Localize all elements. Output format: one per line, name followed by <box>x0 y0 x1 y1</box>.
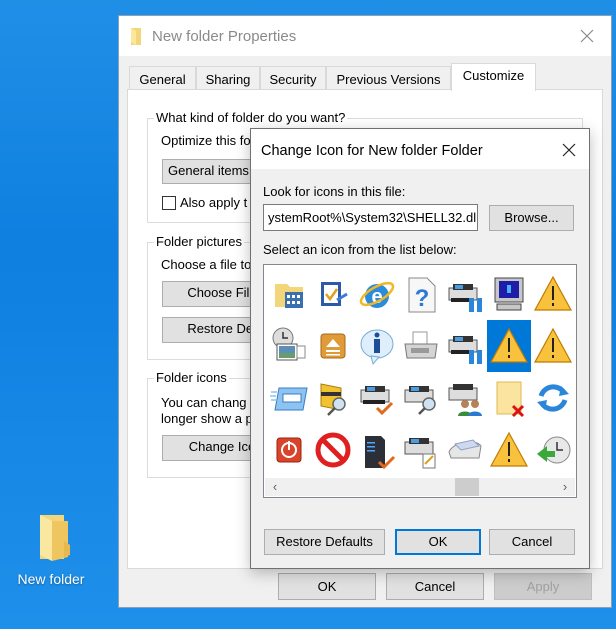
icon-list-item[interactable] <box>531 268 575 320</box>
tab-customize[interactable]: Customize <box>451 63 536 91</box>
restore-defaults-button[interactable]: Restore Defaults <box>264 529 385 555</box>
select-icon-label: Select an icon from the list below: <box>263 242 457 257</box>
change-icon-dialog: Change Icon for New folder Folder Look f… <box>250 128 590 569</box>
icon-list-item[interactable] <box>355 372 399 424</box>
icon-list-item[interactable] <box>355 320 399 372</box>
eject-icon <box>320 333 346 359</box>
tab-general[interactable]: General <box>129 66 196 90</box>
icon-list-item[interactable] <box>311 320 355 372</box>
tab-security[interactable]: Security <box>260 66 326 90</box>
refresh-sync-icon <box>537 384 569 412</box>
scanner-icon <box>448 439 482 459</box>
icon-list-item[interactable] <box>443 424 487 476</box>
icon-list-item[interactable] <box>311 372 355 424</box>
icon-list-item[interactable] <box>443 268 487 320</box>
icon-list[interactable]: e? ‹ › <box>263 264 577 498</box>
dialog-cancel-button[interactable]: Cancel <box>489 529 575 555</box>
printer-check-icon <box>360 386 394 416</box>
folder-icons-heading: Folder icons <box>154 370 229 385</box>
folder-pictures-description: Choose a file to <box>161 257 252 272</box>
desktop-icon-label: New folder <box>17 571 85 587</box>
icon-file-path-input[interactable]: ystemRoot%\System32\SHELL32.dll <box>263 204 478 231</box>
icon-list-item[interactable] <box>311 424 355 476</box>
also-apply-label: Also apply t <box>180 195 248 210</box>
folder-kind-heading: What kind of folder do you want? <box>154 110 348 125</box>
icon-list-item[interactable]: e <box>355 268 399 320</box>
dialog-titlebar[interactable]: Change Icon for New folder Folder <box>251 129 589 169</box>
computer-monitor-icon <box>494 277 524 311</box>
icon-list-item[interactable] <box>443 320 487 372</box>
icon-list-item[interactable] <box>267 268 311 320</box>
browse-button[interactable]: Browse... <box>489 205 574 231</box>
internet-explorer-icon: e <box>359 281 395 308</box>
look-for-label: Look for icons in this file: <box>263 184 406 199</box>
icon-list-item[interactable] <box>399 372 443 424</box>
scroll-left-icon[interactable]: ‹ <box>267 479 283 495</box>
printer-search-icon <box>404 386 436 415</box>
printer-paused-icon <box>448 284 482 312</box>
folder-delete-icon <box>496 381 525 418</box>
icon-list-item[interactable] <box>487 320 531 372</box>
task-checklist-icon <box>321 282 348 306</box>
printer-users-icon <box>448 384 482 416</box>
folder-calendar-icon <box>275 284 303 308</box>
folder-icons-description-line2: longer show a p <box>161 411 253 426</box>
close-icon[interactable] <box>561 142 577 158</box>
dialog-title: Change Icon for New folder Folder <box>261 143 483 159</box>
optimize-label: Optimize this fol <box>161 133 254 148</box>
icon-list-item[interactable] <box>311 268 355 320</box>
icon-list-item[interactable]: ? <box>399 268 443 320</box>
icon-grid: e? <box>267 268 575 476</box>
icon-list-item[interactable] <box>399 320 443 372</box>
tab-previous-versions[interactable]: Previous Versions <box>326 66 451 90</box>
prohibited-icon <box>315 432 351 468</box>
icon-list-item[interactable] <box>487 424 531 476</box>
icon-list-item[interactable] <box>443 372 487 424</box>
printer-paused-icon <box>448 336 482 364</box>
help-document-icon: ? <box>408 277 436 313</box>
power-icon <box>276 437 302 463</box>
folder-pictures-heading: Folder pictures <box>154 234 244 249</box>
icon-list-item[interactable] <box>487 372 531 424</box>
svg-text:?: ? <box>415 285 430 312</box>
card-search-icon <box>320 383 346 416</box>
desktop-folder-new-folder[interactable]: New folder <box>8 505 94 595</box>
scrollbar-thumb[interactable] <box>455 478 479 496</box>
clock-restore-icon <box>537 436 571 464</box>
folder-icons-description-line1: You can chang <box>161 395 247 410</box>
cancel-button[interactable]: Cancel <box>386 573 484 600</box>
printer-edit-icon <box>404 438 436 469</box>
apply-button[interactable]: Apply <box>494 573 592 600</box>
warning-icon <box>489 327 529 363</box>
dialog-ok-button[interactable]: OK <box>395 529 481 555</box>
warning-icon <box>533 275 573 311</box>
icon-list-item[interactable] <box>267 320 311 372</box>
icon-list-item[interactable] <box>355 424 399 476</box>
horizontal-scrollbar[interactable]: ‹ › <box>265 478 575 496</box>
window-title: New folder Properties <box>152 28 297 45</box>
ok-button[interactable]: OK <box>278 573 376 600</box>
close-icon[interactable] <box>577 26 597 46</box>
icon-list-item[interactable] <box>531 320 575 372</box>
icon-list-item[interactable] <box>267 424 311 476</box>
warning-icon <box>533 327 573 363</box>
icon-list-item[interactable] <box>487 268 531 320</box>
also-apply-checkbox[interactable] <box>162 196 176 210</box>
folder-icon <box>40 515 70 561</box>
fax-machine-icon <box>404 331 438 359</box>
properties-titlebar[interactable]: New folder Properties <box>119 16 611 56</box>
tab-sharing[interactable]: Sharing <box>196 66 260 90</box>
scroll-right-icon[interactable]: › <box>557 479 573 495</box>
server-check-icon <box>365 436 396 470</box>
icon-list-item[interactable] <box>267 372 311 424</box>
info-bubble-icon <box>360 329 394 366</box>
clock-pictures-icon <box>272 327 306 361</box>
icon-list-item[interactable] <box>399 424 443 476</box>
icon-list-item[interactable] <box>531 372 575 424</box>
icon-list-item[interactable] <box>531 424 575 476</box>
window-blue-icon <box>270 387 308 411</box>
folder-icon <box>131 28 141 45</box>
warning-icon <box>489 431 529 467</box>
